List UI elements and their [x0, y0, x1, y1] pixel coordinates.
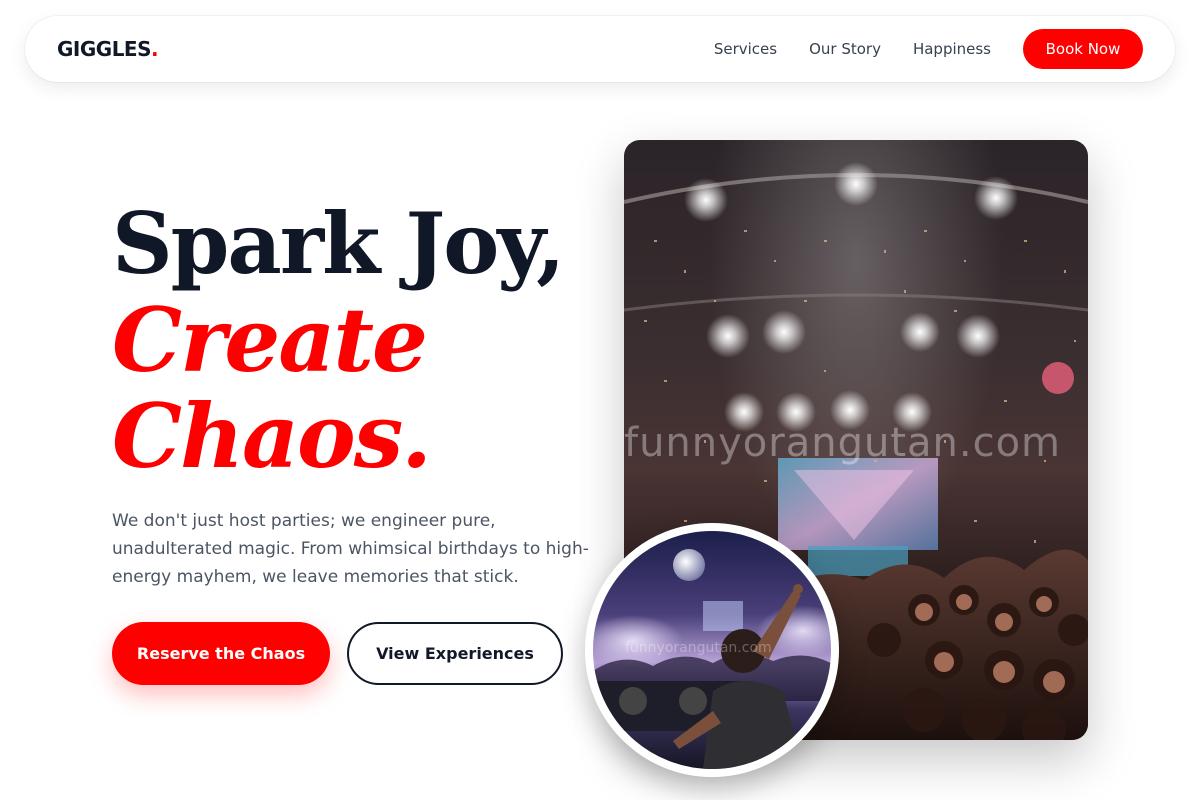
headline-line-chaos: Chaos. [112, 384, 432, 488]
headline-line-create: Create [112, 288, 428, 392]
hero-headline: Spark Joy, Create Chaos. [112, 194, 565, 488]
brand-logo[interactable]: GIGGLES. [57, 37, 159, 61]
view-experiences-button[interactable]: View Experiences [347, 622, 563, 685]
nav-link-services[interactable]: Services [714, 40, 777, 58]
book-now-button[interactable]: Book Now [1023, 29, 1143, 69]
headline-line-spark-joy: Spark Joy, [112, 194, 565, 293]
nav-link-our-story[interactable]: Our Story [809, 40, 881, 58]
circle-image-watermark: funnyorangutan.com [625, 640, 772, 656]
reserve-the-chaos-button[interactable]: Reserve the Chaos [112, 622, 330, 685]
nav-links: Services Our Story Happiness [714, 40, 991, 58]
logo-dot: . [151, 37, 159, 61]
top-navigation: GIGGLES. Services Our Story Happiness Bo… [25, 16, 1175, 82]
nav-link-happiness[interactable]: Happiness [913, 40, 991, 58]
logo-text: GIGGLES [57, 37, 152, 61]
hero-description: We don't just host parties; we engineer … [112, 511, 589, 587]
